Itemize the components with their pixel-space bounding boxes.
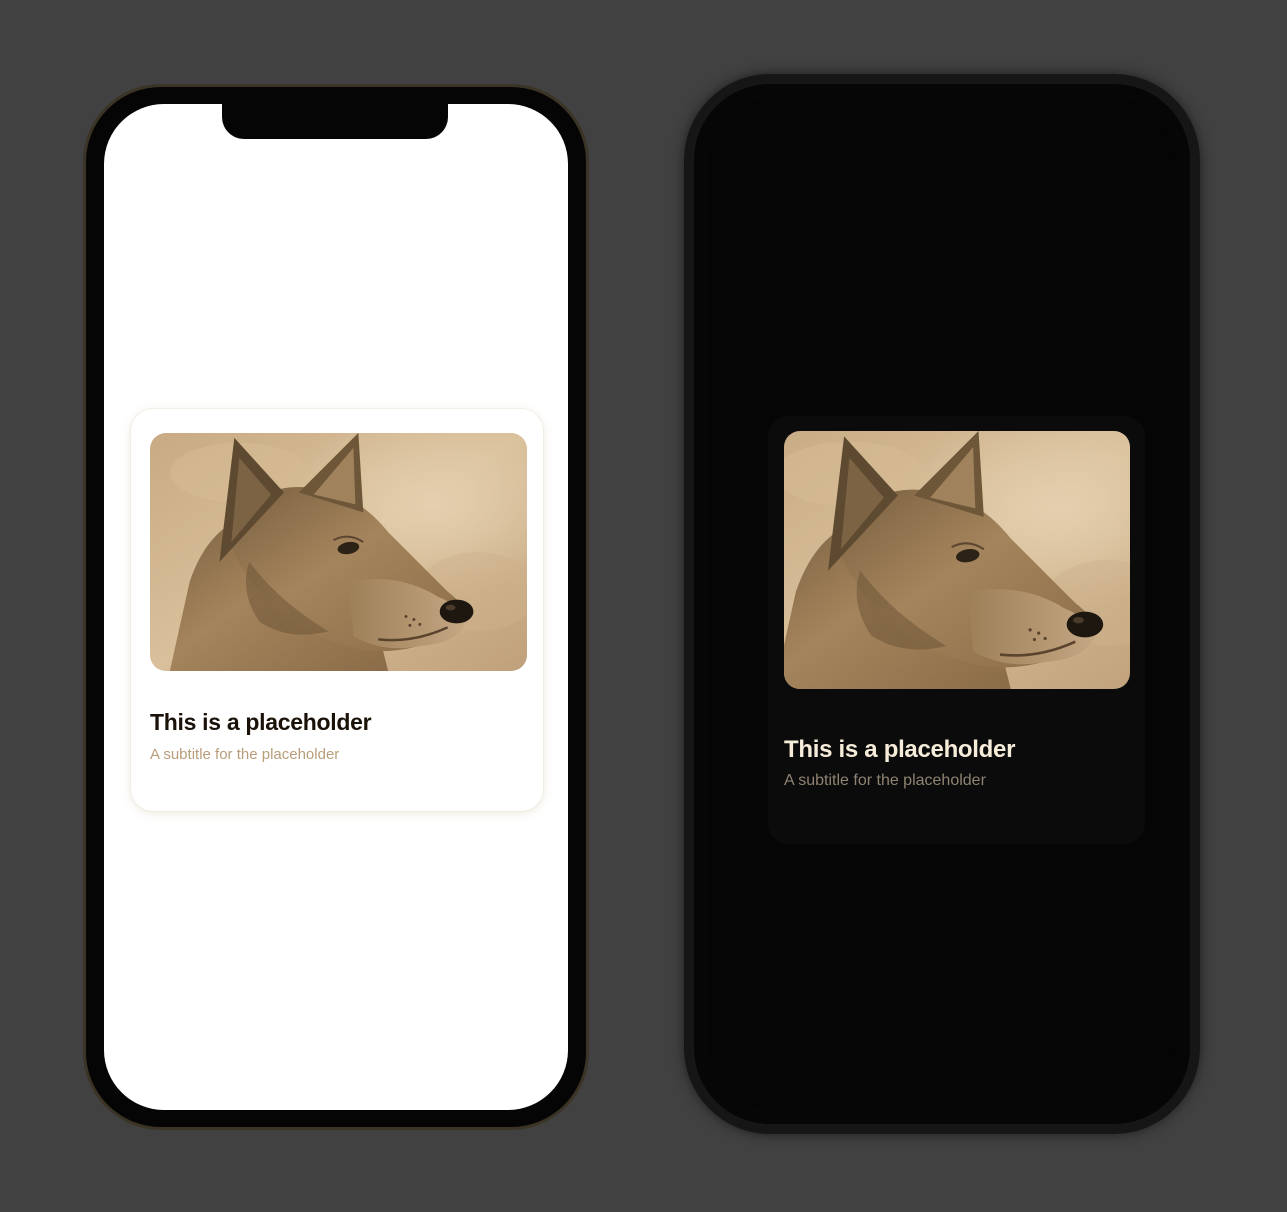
card-title: This is a placeholder bbox=[784, 736, 1016, 763]
placeholder-card-light[interactable]: This is a placeholder A subtitle for the… bbox=[131, 409, 543, 811]
phone-light-mode: This is a placeholder A subtitle for the… bbox=[83, 84, 589, 1130]
dog-image bbox=[150, 433, 527, 671]
phone-dark-mode: This is a placeholder A subtitle for the… bbox=[694, 84, 1190, 1124]
dog-image bbox=[784, 431, 1130, 689]
placeholder-card-dark[interactable]: This is a placeholder A subtitle for the… bbox=[768, 416, 1145, 844]
card-subtitle: A subtitle for the placeholder bbox=[784, 772, 986, 789]
dog-photo-svg bbox=[150, 433, 527, 671]
showcase-canvas: This is a placeholder A subtitle for the… bbox=[0, 0, 1287, 1212]
dog-photo-svg bbox=[784, 431, 1130, 689]
card-title: This is a placeholder bbox=[150, 709, 372, 735]
phone-screen-dark: This is a placeholder A subtitle for the… bbox=[708, 98, 1176, 1110]
phone-notch bbox=[222, 104, 448, 139]
card-subtitle: A subtitle for the placeholder bbox=[150, 746, 340, 763]
phone-screen-light: This is a placeholder A subtitle for the… bbox=[104, 104, 568, 1110]
